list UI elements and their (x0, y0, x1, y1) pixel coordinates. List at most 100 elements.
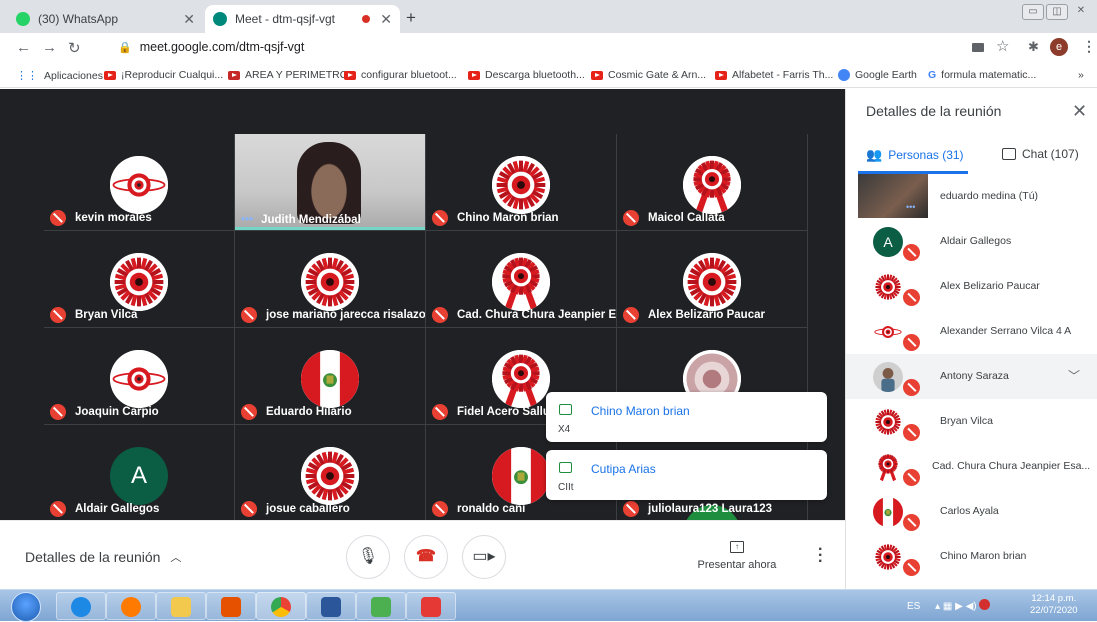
participant-tile[interactable]: Cad. Chura Chura Jeanpier Es... (426, 231, 616, 327)
taskbar-app-firefox[interactable] (106, 592, 156, 620)
profile-avatar[interactable]: e (1050, 38, 1068, 56)
mic-off-icon (241, 307, 257, 323)
participant-tile[interactable]: Alex Belizario Paucar (617, 231, 807, 327)
participant-tile[interactable]: A Aldair Gallegos (44, 425, 234, 520)
camera-in-use-icon[interactable] (972, 43, 984, 52)
present-now-button[interactable]: ↑ Presentar ahora (697, 541, 777, 571)
mic-off-icon (432, 404, 448, 420)
bookmark-item[interactable]: Descarga bluetooth... (468, 69, 585, 81)
reload-icon[interactable]: ↻ (68, 39, 81, 57)
tab-meet[interactable]: Meet - dtm-qsjf-vgt ✕ (205, 5, 400, 33)
avatar (301, 447, 359, 505)
participant-tile[interactable]: Joaquin Carpio (44, 328, 234, 424)
participant-row[interactable]: Bryan Vilca (846, 399, 1097, 444)
taskbar-app-ie[interactable] (56, 592, 106, 620)
store-icon (371, 597, 391, 617)
bookmark-item[interactable]: configurar bluetoot... (344, 69, 457, 81)
participant-row[interactable]: Alex Belizario Paucar (846, 264, 1097, 309)
audio-level-icon: ••• (241, 214, 254, 226)
participant-row[interactable]: Cad. Chura Chura Jeanpier Esa... (846, 444, 1097, 489)
google-earth-icon (838, 69, 850, 81)
participant-tile[interactable]: ••• Judith Mendizábal (235, 134, 425, 230)
bookmark-label: Aplicaciones (44, 69, 103, 82)
participant-row[interactable]: Chino Maron brian (846, 534, 1097, 579)
meeting-details-button[interactable]: Detalles de la reunión ︿ (25, 549, 181, 565)
menu-icon[interactable]: ⋮ (1082, 38, 1096, 55)
antivirus-icon (979, 599, 991, 610)
participant-tile[interactable]: Chino Maron brian (426, 134, 616, 230)
avatar (110, 350, 168, 408)
mic-off-icon (623, 307, 639, 323)
participant-name: Alex Belizario Paucar (623, 307, 765, 323)
participant-tile[interactable]: jose mariano jarecca risalazo (235, 231, 425, 327)
close-icon[interactable]: ✕ (1072, 101, 1087, 122)
participant-row[interactable]: A Aldair Gallegos (846, 219, 1097, 264)
microphone-button[interactable]: 🎙 (346, 535, 390, 579)
participant-name-text: kevin morales (75, 212, 152, 224)
minimize-icon[interactable]: ▭ (1022, 4, 1044, 20)
taskbar-app-explorer[interactable] (156, 592, 206, 620)
chat-toast[interactable]: Chino Maron brian X4 (546, 392, 827, 442)
toast-sender: Chino Maron brian (591, 404, 690, 418)
participant-name: Bryan Vilca (50, 307, 137, 323)
participant-tile[interactable]: josue caballero (235, 425, 425, 520)
participant-name: Chino Maron brian (940, 550, 1027, 562)
camera-button[interactable]: ▭▸ (462, 535, 506, 579)
bookmark-item[interactable]: Gformula matematic... (928, 69, 1036, 81)
chat-toast[interactable]: Cutipa Arias CIIt (546, 450, 827, 500)
chevron-down-icon[interactable]: ﹀ (1068, 367, 1080, 384)
participant-name: Chino Maron brian (432, 210, 559, 226)
bookmark-item[interactable]: AREA Y PERIMETRO (228, 69, 348, 81)
avatar (492, 350, 550, 408)
bookmarks-overflow[interactable]: » (1078, 69, 1084, 81)
star-icon[interactable]: ☆ (996, 37, 1009, 55)
bookmark-item[interactable]: ¡Reproducir Cualqui... (104, 69, 223, 81)
participant-tile[interactable]: kevin morales (44, 134, 234, 230)
speaking-indicator (235, 227, 425, 230)
camera-icon: ▭▸ (472, 548, 496, 565)
bookmark-apps[interactable]: ⋮⋮ Aplicaciones (16, 69, 103, 83)
taskbar-app-word[interactable] (306, 592, 356, 620)
participant-row[interactable]: Antony Saraza ﹀ (846, 354, 1097, 399)
bookmark-site-icon (228, 70, 240, 80)
clock[interactable]: 12:14 p.m. 22/07/2020 (1030, 593, 1078, 617)
start-button[interactable] (11, 592, 41, 622)
participant-tile[interactable]: Eduardo Hilario (235, 328, 425, 424)
window-close-icon[interactable]: ✕ (1070, 4, 1092, 20)
taskbar-app-store[interactable] (356, 592, 406, 620)
participant-row[interactable]: Carlos Ayala (846, 489, 1097, 534)
maximize-icon[interactable]: ◫ (1046, 4, 1068, 20)
participant-name: Fidel Acero Sallu (432, 404, 550, 420)
participant-tile[interactable]: Maicol Callata (617, 134, 807, 230)
google-icon: G (928, 69, 937, 81)
panel-title: Detalles de la reunión (866, 103, 1002, 119)
extensions-icon[interactable]: ✱ (1028, 39, 1039, 55)
participant-name-text: josue caballero (266, 503, 350, 515)
tab-chat[interactable]: Chat (107) (1002, 147, 1079, 161)
bookmark-item[interactable]: Cosmic Gate & Arn... (591, 69, 706, 81)
more-options-icon[interactable]: · · · (818, 542, 823, 570)
close-icon[interactable]: ✕ (183, 11, 195, 28)
meet-icon (213, 12, 227, 26)
media-player-icon (221, 597, 241, 617)
mic-off-icon (241, 501, 257, 517)
bookmark-item[interactable]: Google Earth (838, 69, 917, 81)
forward-icon[interactable]: → (42, 39, 57, 56)
new-tab-button[interactable]: + (406, 8, 416, 28)
word-icon (321, 597, 341, 617)
participant-name: josue caballero (241, 501, 350, 517)
participant-row[interactable]: Alexander Serrano Vilca 4 A (846, 309, 1097, 354)
bookmark-item[interactable]: Alfabetet - Farris Th... (715, 69, 833, 81)
tab-people[interactable]: 👥 Personas (31) (866, 147, 964, 163)
participant-row[interactable]: ••• eduardo medina (Tú) (846, 174, 1097, 219)
taskbar-app-pdf[interactable] (406, 592, 456, 620)
system-tray[interactable]: ES ▴ ▦ ▶ ◀) (907, 599, 991, 612)
taskbar-app-chrome[interactable] (256, 592, 306, 620)
participant-tile[interactable]: Bryan Vilca (44, 231, 234, 327)
back-icon[interactable]: ← (16, 39, 31, 56)
url-field[interactable]: 🔒 meet.google.com/dtm-qsjf-vgt (118, 40, 304, 54)
tab-whatsapp[interactable]: (30) WhatsApp ✕ (8, 5, 203, 33)
leave-call-button[interactable]: ☎ (404, 535, 448, 579)
taskbar-app-media[interactable] (206, 592, 256, 620)
close-icon[interactable]: ✕ (380, 11, 392, 28)
